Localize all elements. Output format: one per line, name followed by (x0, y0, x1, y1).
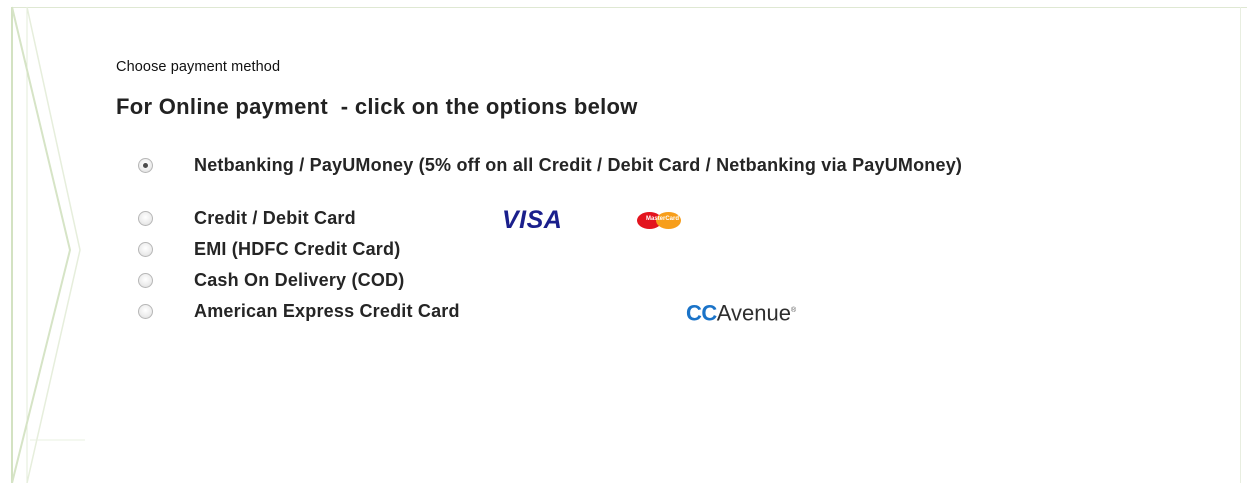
emi-label: EMI (HDFC Credit Card) (194, 239, 401, 259)
ccavenue-cc-mark: CC (686, 300, 717, 326)
payment-option-credit-debit-card[interactable]: Credit / Debit Card VISA MasterCard (138, 207, 1074, 238)
visa-logo: VISA (502, 206, 563, 234)
mastercard-wordmark: MasterCard (646, 216, 680, 222)
payment-option-netbanking[interactable]: Netbanking / PayUMoney (5% off on all Cr… (138, 154, 1074, 207)
amex-radio[interactable] (138, 304, 153, 319)
frame-top-border (12, 7, 1247, 8)
netbanking-radio[interactable] (138, 158, 153, 173)
emi-radio[interactable] (138, 242, 153, 257)
payment-option-amex[interactable]: American Express Credit Card CCAvenue® (138, 300, 1074, 331)
payment-options-list: Netbanking / PayUMoney (5% off on all Cr… (138, 154, 1074, 331)
cod-radio[interactable] (138, 273, 153, 288)
payment-option-emi[interactable]: EMI (HDFC Credit Card) (138, 238, 1074, 269)
online-payment-heading: For Online payment - click on the option… (116, 94, 638, 119)
ccavenue-wordmark: Avenue (716, 300, 791, 326)
netbanking-label: Netbanking / PayUMoney (5% off on all Cr… (194, 155, 963, 175)
frame-right-border (1240, 7, 1241, 483)
credit-debit-card-label: Credit / Debit Card (194, 208, 356, 228)
amex-label: American Express Credit Card (194, 301, 460, 321)
mastercard-logo: MasterCard (634, 212, 696, 230)
cod-label: Cash On Delivery (COD) (194, 270, 405, 290)
credit-debit-card-radio[interactable] (138, 211, 153, 226)
ccavenue-registered-mark: ® (791, 307, 797, 314)
choose-payment-method-label: Choose payment method (116, 59, 281, 75)
decorative-chevron-border (11, 6, 85, 483)
payment-option-cod[interactable]: Cash On Delivery (COD) (138, 269, 1074, 300)
ccavenue-logo: CCAvenue® (686, 300, 796, 324)
